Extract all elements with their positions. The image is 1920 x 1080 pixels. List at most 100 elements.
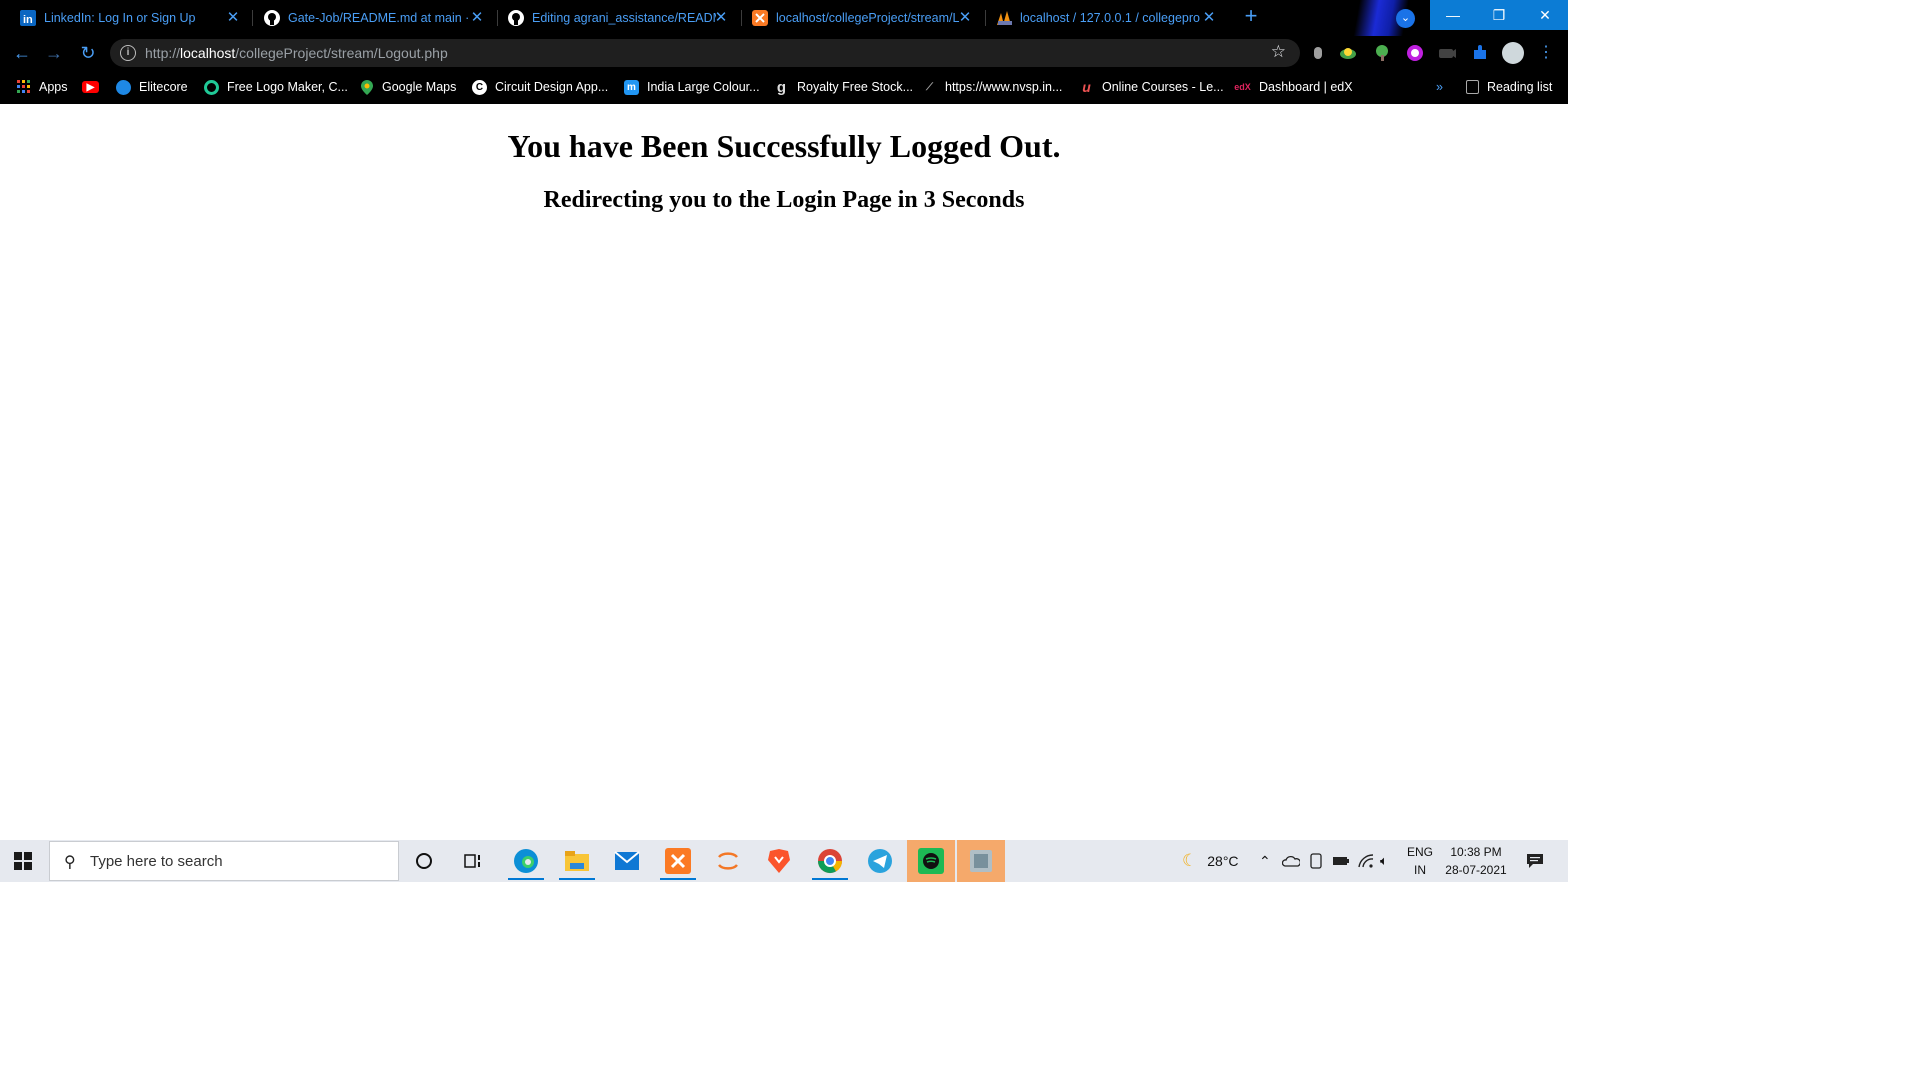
tab-title: localhost / 127.0.0.1 / collegepro	[1020, 11, 1200, 25]
globe-icon	[116, 79, 131, 95]
site-info-icon[interactable]: i	[120, 45, 136, 61]
bookmark-stock[interactable]: g Royalty Free Stock...	[774, 78, 913, 96]
tab-agrani-readme[interactable]: Editing agrani_assistance/READM ✕	[488, 0, 738, 36]
maps-pin-icon	[359, 79, 374, 95]
theme-decoration	[1350, 0, 1430, 36]
bookmark-apps[interactable]: Apps	[16, 78, 68, 96]
close-tab-icon[interactable]: ✕	[224, 9, 242, 27]
extension-icon[interactable]	[1406, 44, 1424, 62]
volume-icon[interactable]: 🔈︎	[1380, 840, 1388, 882]
bookmark-india-map[interactable]: m India Large Colour...	[624, 78, 760, 96]
bookmark-elitecore[interactable]: Elitecore	[116, 78, 188, 96]
spotify-icon[interactable]	[907, 840, 955, 882]
tab-linkedin[interactable]: in LinkedIn: Log In or Sign Up ✕	[0, 0, 250, 36]
g-icon: g	[776, 78, 787, 96]
menu-kebab-icon[interactable]: ⋮	[1534, 41, 1558, 65]
reading-list-button[interactable]: Reading list	[1466, 78, 1552, 96]
tab-title: localhost/collegeProject/stream/L	[776, 11, 960, 25]
extension-icon[interactable]	[1339, 44, 1357, 62]
reload-icon[interactable]: ↻	[76, 41, 100, 65]
close-tab-icon[interactable]: ✕	[468, 9, 486, 27]
bookmarks-overflow-button[interactable]: »	[1436, 78, 1443, 96]
page-content: You have Been Successfully Logged Out. R…	[0, 104, 1568, 840]
device-icon[interactable]	[1309, 840, 1323, 882]
new-tab-button[interactable]: +	[1240, 5, 1262, 28]
linkedin-icon: in	[20, 10, 36, 26]
bookmark-google-maps[interactable]: Google Maps	[359, 78, 456, 96]
weather-widget[interactable]: ☾ 28°C	[1182, 840, 1239, 882]
clock[interactable]: 10:38 PM 28-07-2021	[1442, 840, 1510, 882]
xampp-icon	[752, 10, 768, 26]
tab-title: LinkedIn: Log In or Sign Up	[44, 11, 196, 25]
tab-search-icon[interactable]: ⌄	[1396, 9, 1415, 28]
close-window-button[interactable]: ✕	[1522, 0, 1568, 30]
udemy-icon: u	[1082, 79, 1091, 95]
tab-strip: in LinkedIn: Log In or Sign Up ✕ Gate-Jo…	[0, 0, 1568, 36]
app-window-icon[interactable]	[957, 840, 1005, 882]
github-icon	[508, 10, 524, 26]
onedrive-icon[interactable]	[1282, 840, 1300, 882]
apps-grid-icon	[16, 80, 31, 95]
close-tab-icon[interactable]: ✕	[712, 9, 730, 27]
tree-extension-icon[interactable]	[1373, 44, 1391, 62]
brave-browser-icon[interactable]	[759, 845, 799, 877]
redirect-message: Redirecting you to the Login Page in 3 S…	[543, 187, 1025, 213]
jupyter-icon[interactable]	[708, 845, 748, 877]
language-indicator[interactable]: ENG IN	[1402, 840, 1438, 882]
windows-start-icon[interactable]	[14, 852, 32, 870]
maximize-button[interactable]: ❐	[1476, 0, 1522, 30]
bookmark-logo-maker[interactable]: Free Logo Maker, C...	[204, 78, 348, 96]
cortana-icon[interactable]	[404, 845, 444, 877]
circuit-icon: C	[472, 79, 487, 95]
moon-icon: ☾	[1182, 851, 1198, 870]
bookmark-edx[interactable]: edX Dashboard | edX	[1234, 78, 1352, 96]
logout-heading: You have Been Successfully Logged Out.	[507, 128, 1061, 164]
extension-icon[interactable]	[1309, 44, 1327, 62]
forward-arrow-icon[interactable]: →	[42, 41, 66, 65]
back-arrow-icon[interactable]: ←	[10, 41, 34, 65]
github-icon	[264, 10, 280, 26]
xampp-app-icon[interactable]	[658, 845, 698, 880]
bookmark-star-icon[interactable]: ☆	[1271, 42, 1286, 62]
windows-taskbar: ⚲ Type here to search ☾ 28°C ⌃ 🔈︎ ENG IN…	[0, 840, 1568, 882]
extensions-puzzle-icon[interactable]	[1471, 44, 1489, 62]
edge-browser-icon[interactable]	[506, 845, 546, 880]
m-icon: m	[624, 79, 639, 95]
nvsp-icon: ⟋	[926, 81, 933, 93]
minimize-button[interactable]: —	[1430, 0, 1476, 30]
svg-text:in: in	[23, 14, 33, 26]
search-icon: ⚲	[64, 854, 76, 871]
close-tab-icon[interactable]: ✕	[1200, 9, 1218, 27]
tab-gate-job[interactable]: Gate-Job/README.md at main · ✕	[244, 0, 494, 36]
tab-title: Editing agrani_assistance/READM	[532, 11, 716, 25]
mail-icon[interactable]	[607, 845, 647, 877]
bookmark-nvsp[interactable]: ⟋ https://www.nvsp.in...	[922, 78, 1062, 96]
bookmark-youtube[interactable]: ▶	[82, 78, 107, 96]
chevron-up-icon[interactable]: ⌃	[1259, 840, 1271, 882]
close-tab-icon[interactable]: ✕	[956, 9, 974, 27]
notification-center-icon[interactable]	[1526, 840, 1544, 882]
bookmark-udemy[interactable]: u Online Courses - Le...	[1079, 78, 1223, 96]
profile-avatar[interactable]	[1502, 42, 1524, 64]
battery-icon[interactable]	[1332, 840, 1350, 882]
search-placeholder: Type here to search	[90, 853, 223, 870]
bookmark-circuit-design[interactable]: C Circuit Design App...	[472, 78, 608, 96]
wifi-icon[interactable]	[1357, 840, 1375, 882]
file-explorer-icon[interactable]	[557, 845, 597, 880]
url-text: http://localhost/collegeProject/stream/L…	[145, 45, 448, 61]
browser-toolbar: ← → ↻ i http://localhost/collegeProject/…	[0, 36, 1568, 70]
extension-icon[interactable]	[1438, 44, 1456, 62]
reading-list-icon	[1466, 80, 1479, 94]
edx-icon: edX	[1234, 82, 1251, 92]
tab-college-project[interactable]: localhost/collegeProject/stream/L ✕	[732, 0, 982, 36]
task-view-icon[interactable]	[454, 845, 494, 877]
youtube-icon: ▶	[82, 81, 99, 93]
phpmyadmin-icon	[996, 10, 1012, 26]
telegram-icon[interactable]	[860, 845, 900, 877]
tab-phpmyadmin[interactable]: localhost / 127.0.0.1 / collegepro ✕	[976, 0, 1226, 36]
taskbar-search-box[interactable]: ⚲ Type here to search	[49, 841, 399, 881]
address-bar[interactable]: i http://localhost/collegeProject/stream…	[110, 39, 1300, 67]
tab-title: Gate-Job/README.md at main ·	[288, 11, 470, 25]
logo-maker-icon	[204, 79, 219, 95]
chrome-browser-icon[interactable]	[810, 845, 850, 880]
